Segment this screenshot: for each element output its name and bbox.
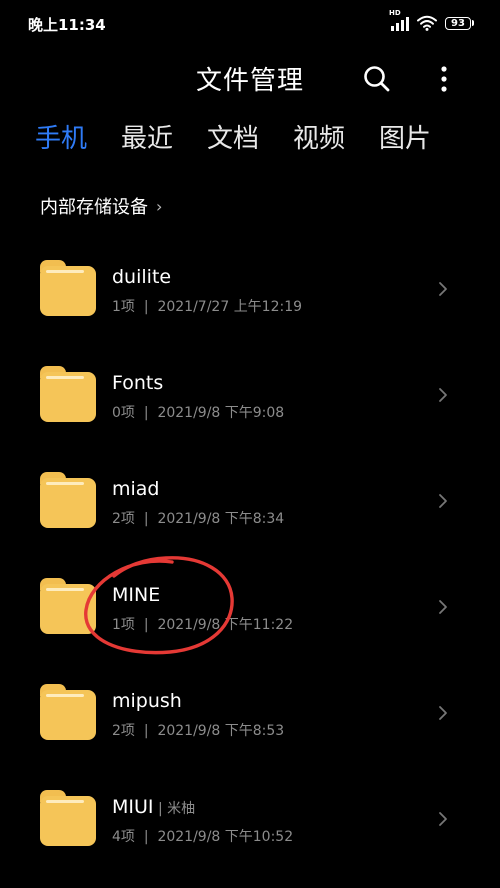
folder-meta: 1项 | 2021/7/27 上午12:19 xyxy=(112,299,303,315)
chevron-right-icon: › xyxy=(156,196,163,216)
folder-meta: 2项 | 2021/9/8 下午8:34 xyxy=(112,511,285,527)
more-options-button[interactable] xyxy=(432,62,456,96)
folder-meta: 0项 | 2021/9/8 下午9:08 xyxy=(112,405,285,421)
folder-icon xyxy=(40,366,96,422)
folder-tag: 米柚 xyxy=(167,801,196,817)
tab-recent[interactable]: 最近 xyxy=(121,118,173,155)
category-tabs: 手机 最近 文档 视频 图片 xyxy=(0,118,500,166)
chevron-right-icon xyxy=(439,388,447,402)
folder-icon xyxy=(40,260,96,316)
folder-name: Fonts xyxy=(112,372,164,394)
folder-icon xyxy=(40,684,96,740)
hd-badge: HD xyxy=(389,9,401,17)
folder-name: miad xyxy=(112,478,160,500)
folder-icon xyxy=(40,472,96,528)
folder-row-miui[interactable]: MIUI | 米柚 4项 | 2021/9/8 下午10:52 xyxy=(0,766,500,872)
folder-row-fonts[interactable]: Fonts 0项 | 2021/9/8 下午9:08 xyxy=(0,342,500,448)
status-icons: HD 93 xyxy=(389,9,474,34)
folder-meta: 2项 | 2021/9/8 下午8:53 xyxy=(112,723,285,739)
tab-documents[interactable]: 文档 xyxy=(207,118,259,155)
battery-level: 93 xyxy=(451,17,465,29)
folder-name: duilite xyxy=(112,266,172,288)
tab-phone[interactable]: 手机 xyxy=(35,118,87,155)
folder-meta: 4项 | 2021/9/8 下午10:52 xyxy=(112,829,294,845)
folder-row-duilite[interactable]: duilite 1项 | 2021/7/27 上午12:19 xyxy=(0,236,500,342)
folder-tag-separator: | xyxy=(157,801,163,817)
wifi-icon xyxy=(417,15,437,31)
status-time: 晚上11:34 xyxy=(28,16,106,34)
status-bar: 晚上11:34 HD 93 xyxy=(0,0,500,48)
page-title: 文件管理 xyxy=(195,66,304,96)
breadcrumb[interactable]: 内部存储设备 › xyxy=(40,192,162,220)
folder-row-mine[interactable]: MINE 1项 | 2021/9/8 下午11:22 xyxy=(0,554,500,660)
folder-icon xyxy=(40,790,96,846)
tab-images[interactable]: 图片 xyxy=(379,118,431,155)
chevron-right-icon xyxy=(439,812,447,826)
chevron-right-icon xyxy=(439,494,447,508)
folder-name: MIUI | 米柚 xyxy=(112,796,196,818)
breadcrumb-label: 内部存储设备 xyxy=(40,197,148,218)
signal-icon: HD xyxy=(389,9,409,31)
folder-row-miad[interactable]: miad 2项 | 2021/9/8 下午8:34 xyxy=(0,448,500,554)
search-icon xyxy=(364,66,390,92)
chevron-right-icon xyxy=(439,600,447,614)
folder-row-mipush[interactable]: mipush 2项 | 2021/9/8 下午8:53 xyxy=(0,660,500,766)
search-button[interactable] xyxy=(360,62,394,96)
more-vertical-icon xyxy=(441,66,447,92)
title-bar: 文件管理 xyxy=(0,52,500,104)
tab-videos[interactable]: 视频 xyxy=(293,118,345,155)
chevron-right-icon xyxy=(439,282,447,296)
red-circle-annotation xyxy=(84,556,234,655)
folder-name: mipush xyxy=(112,690,182,712)
battery-icon: 93 xyxy=(445,16,474,30)
chevron-right-icon xyxy=(439,706,447,720)
